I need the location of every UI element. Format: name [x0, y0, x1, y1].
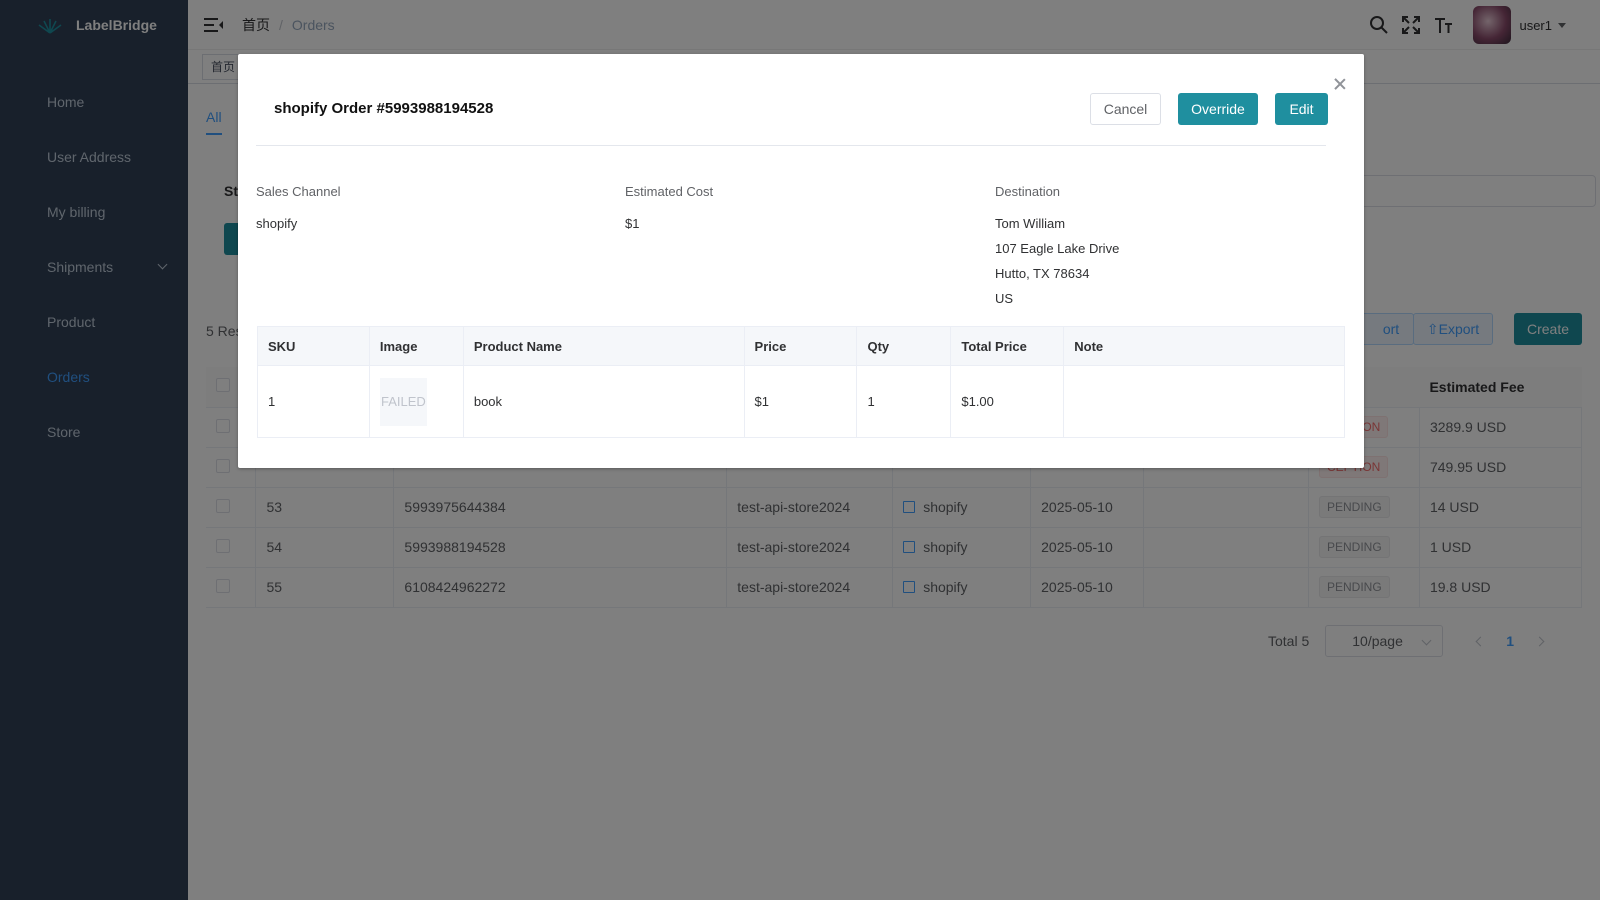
column-header-qty: Qty	[856, 326, 952, 366]
edit-button[interactable]: Edit	[1275, 93, 1328, 125]
column-header-product-name: Product Name	[463, 326, 745, 366]
table-row: 1 FAILED book $1 1 $1.00	[257, 365, 1345, 438]
sales-channel-block: Sales Channel shopify	[256, 184, 341, 236]
item-sku: 1	[257, 365, 370, 438]
order-dialog: shopify Order #5993988194528 Cancel Over…	[238, 54, 1364, 468]
destination-block: Destination Tom William 107 Eagle Lake D…	[995, 184, 1119, 311]
item-price: $1	[744, 365, 858, 438]
estimated-cost-value: $1	[625, 216, 640, 231]
item-total: $1.00	[950, 365, 1065, 438]
destination-country: US	[995, 291, 1014, 306]
sales-channel-value: shopify	[256, 216, 298, 231]
order-items-table: SKU Image Product Name Price Qty Total P…	[257, 326, 1345, 438]
item-name: book	[463, 365, 745, 438]
dialog-header: shopify Order #5993988194528 Cancel Over…	[256, 54, 1328, 146]
table-header-row: SKU Image Product Name Price Qty Total P…	[257, 326, 1345, 366]
sales-channel-label: Sales Channel	[256, 184, 341, 199]
close-icon[interactable]	[1334, 78, 1346, 90]
override-button[interactable]: Override	[1178, 93, 1258, 125]
item-image-cell: FAILED	[369, 365, 464, 438]
item-qty: 1	[856, 365, 952, 438]
column-header-note: Note	[1063, 326, 1345, 366]
destination-city: Hutto, TX 78634	[995, 266, 1090, 281]
estimated-cost-block: Estimated Cost $1	[625, 184, 713, 236]
destination-label: Destination	[995, 184, 1061, 199]
column-header-sku: SKU	[257, 326, 370, 366]
destination-name: Tom William	[995, 216, 1066, 231]
cancel-button[interactable]: Cancel	[1090, 93, 1161, 125]
image-failed-placeholder: FAILED	[379, 377, 427, 426]
destination-street: 107 Eagle Lake Drive	[995, 241, 1120, 256]
dialog-title: shopify Order #5993988194528	[274, 100, 494, 117]
estimated-cost-label: Estimated Cost	[625, 184, 714, 199]
column-header-image: Image	[369, 326, 464, 366]
column-header-total-price: Total Price	[950, 326, 1065, 366]
item-note	[1063, 365, 1345, 438]
column-header-price: Price	[744, 326, 858, 366]
